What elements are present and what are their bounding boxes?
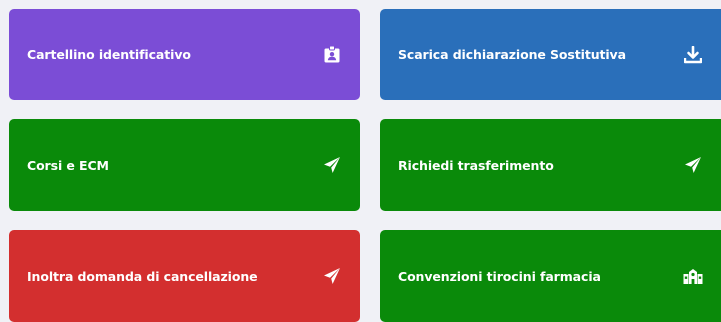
id-badge-icon — [322, 45, 342, 65]
card-scarica-dichiarazione[interactable]: Scarica dichiarazione Sostitutiva — [380, 9, 721, 100]
card-corsi-ecm[interactable]: Corsi e ECM — [9, 119, 360, 211]
paper-plane-icon — [683, 155, 703, 175]
card-richiedi-trasferimento[interactable]: Richiedi trasferimento — [380, 119, 721, 211]
card-cartellino-identificativo[interactable]: Cartellino identificativo — [9, 9, 360, 100]
card-label: Corsi e ECM — [27, 157, 109, 173]
paper-plane-icon — [322, 155, 342, 175]
card-label: Scarica dichiarazione Sostitutiva — [398, 47, 626, 62]
school-icon — [683, 266, 703, 286]
download-icon — [683, 45, 703, 65]
card-convenzioni-tirocini[interactable]: Convenzioni tirocini farmacia — [380, 230, 721, 322]
card-inoltra-domanda-cancellazione[interactable]: Inoltra domanda di cancellazione — [9, 230, 360, 322]
card-label: Cartellino identificativo — [27, 47, 191, 62]
card-label: Inoltra domanda di cancellazione — [27, 268, 258, 284]
paper-plane-icon — [322, 266, 342, 286]
card-label: Richiedi trasferimento — [398, 157, 554, 173]
card-label: Convenzioni tirocini farmacia — [398, 268, 601, 284]
services-grid: Cartellino identificativo Scarica dichia… — [0, 0, 721, 322]
